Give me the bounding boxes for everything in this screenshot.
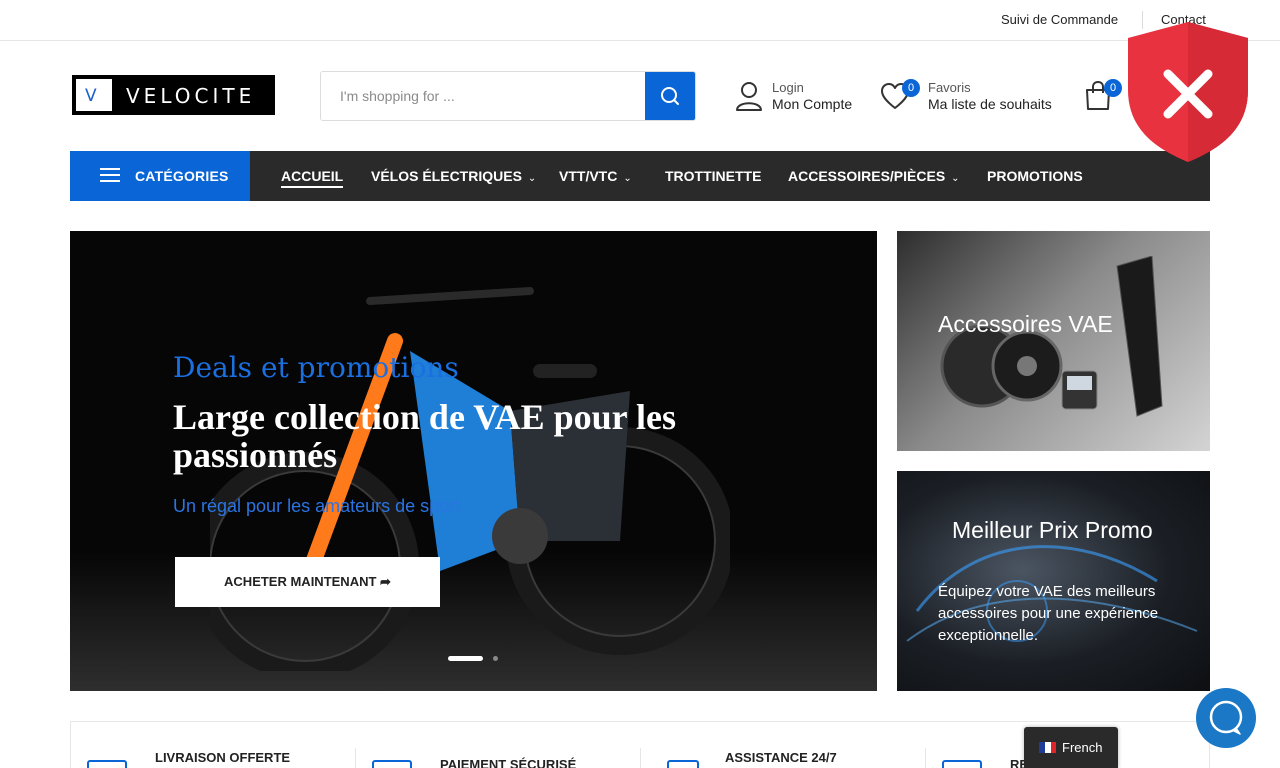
- promo-card-accessories[interactable]: Accessoires VAE: [897, 231, 1210, 451]
- feature-divider: [355, 748, 356, 768]
- cart-button[interactable]: 0: [1084, 78, 1126, 114]
- hero-subtitle: Un régal pour les amateurs de sport: [173, 496, 461, 516]
- search-bar: [320, 71, 696, 121]
- promo-card-description: Équipez votre VAE des meilleurs accessoi…: [938, 583, 1159, 644]
- feature-secure-payment: PAIEMENT SÉCURISÉ: [440, 757, 577, 768]
- hero-slider[interactable]: Deals et promotions Large collection de …: [70, 231, 877, 691]
- logo-mark-letter: V: [85, 86, 97, 106]
- nav-item-label: ACCESSOIRES/PIÈCES: [788, 168, 946, 184]
- nav-item-label: VTT/VTC: [559, 168, 618, 184]
- promo-card-title: Meilleur Prix Promo: [952, 517, 1153, 543]
- top-bar: Suivi de Commande Contact: [0, 0, 1280, 41]
- user-icon: [736, 82, 762, 111]
- nav-item-label: ACCUEIL: [281, 168, 344, 184]
- search-input[interactable]: [321, 72, 647, 120]
- language-label: French: [1062, 740, 1103, 755]
- slider-dot[interactable]: [493, 656, 498, 661]
- search-icon: [661, 87, 679, 105]
- returns-icon: [942, 760, 982, 768]
- wishlist-big-label: Ma liste de souhaits: [928, 96, 1052, 112]
- language-switcher[interactable]: French: [1024, 727, 1118, 768]
- shop-now-button[interactable]: ACHETER MAINTENANT ➦: [175, 557, 440, 607]
- main-navigation: CATÉGORIES ACCUEIL VÉLOS ÉLECTRIQUES ⌄ VT…: [70, 151, 1210, 201]
- categories-button[interactable]: CATÉGORIES: [70, 151, 250, 201]
- hero-headline: Large collection de VAE pour les passion…: [173, 397, 676, 475]
- search-button[interactable]: [645, 72, 695, 120]
- nav-item-promotions[interactable]: PROMOTIONS: [987, 168, 1083, 184]
- cart-count-badge: 0: [1104, 79, 1122, 97]
- slider-dot-active[interactable]: [448, 656, 483, 661]
- account-link[interactable]: Login Mon Compte: [734, 78, 864, 114]
- credit-card-icon: [372, 760, 412, 768]
- wishlist-link[interactable]: 0 Favoris Ma liste de souhaits: [880, 78, 1060, 114]
- nav-item-label: PROMOTIONS: [987, 168, 1083, 184]
- nav-item-label: VÉLOS ÉLECTRIQUES: [371, 168, 522, 184]
- arrow-circle-right-icon: ➦: [380, 574, 391, 589]
- chevron-down-icon: ⌄: [527, 173, 537, 184]
- feature-support: ASSISTANCE 24/7: [725, 750, 837, 765]
- nav-item-vtt-vtc[interactable]: VTT/VTC ⌄: [559, 168, 632, 184]
- chevron-down-icon: ⌄: [951, 173, 960, 184]
- support-icon: [667, 760, 699, 768]
- order-tracking-link[interactable]: Suivi de Commande: [1001, 12, 1118, 27]
- nav-item-trottinette[interactable]: TROTTINETTE: [665, 168, 761, 184]
- chevron-down-icon: ⌄: [623, 173, 632, 184]
- shield-x-icon[interactable]: [1126, 20, 1250, 164]
- hero-eyebrow: Deals et promotions: [173, 351, 459, 384]
- categories-label: CATÉGORIES: [135, 168, 229, 184]
- account-small-label: Login: [772, 80, 804, 95]
- shop-now-label: ACHETER MAINTENANT: [224, 574, 377, 589]
- account-big-label: Mon Compte: [772, 96, 853, 112]
- nav-item-label: TROTTINETTE: [665, 168, 762, 184]
- delivery-truck-icon: [87, 760, 127, 768]
- feature-divider: [925, 748, 926, 768]
- promo-card-title: Accessoires VAE: [938, 311, 1113, 337]
- nav-item-accueil[interactable]: ACCUEIL: [281, 168, 344, 188]
- chat-button[interactable]: [1196, 688, 1256, 748]
- feature-divider: [640, 748, 641, 768]
- nav-item-accessoires-pieces[interactable]: ACCESSOIRES/PIÈCES ⌄: [788, 168, 960, 184]
- ebike-accessories-image: [940, 256, 1163, 417]
- logo-wordmark: VELOCITE: [126, 84, 256, 108]
- promo-card-best-price[interactable]: Meilleur Prix Promo Équipez votre VAE de…: [897, 471, 1210, 691]
- feature-free-delivery: LIVRAISON OFFERTE: [155, 750, 291, 765]
- hamburger-menu-icon: [100, 168, 120, 183]
- logo-mark: V: [76, 79, 112, 111]
- nav-item-velos-electriques[interactable]: VÉLOS ÉLECTRIQUES ⌄: [371, 168, 536, 184]
- site-logo[interactable]: V VELOCITE: [72, 75, 275, 115]
- wishlist-small-label: Favoris: [928, 80, 971, 95]
- french-flag-icon: [1039, 742, 1056, 753]
- wishlist-count-badge: 0: [902, 79, 920, 97]
- chat-bubble-icon: [1209, 700, 1243, 735]
